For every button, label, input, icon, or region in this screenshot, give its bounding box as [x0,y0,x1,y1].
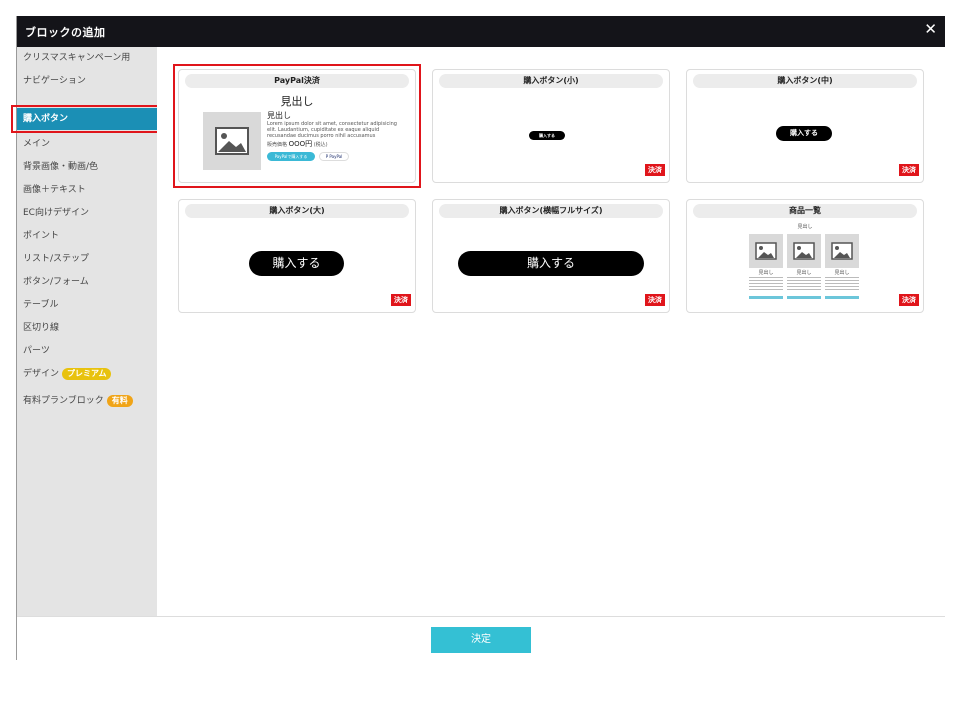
item-button [787,296,821,299]
dialog-title: ブロックの追加 [25,26,106,39]
sidebar-item-button-form[interactable]: ボタン/フォーム [17,271,157,293]
sidebar-item-label: パーツ [23,346,50,356]
confirm-button[interactable]: 決定 [431,627,531,653]
sidebar-item-list-step[interactable]: リスト/ステップ [17,248,157,270]
item-text-lines [787,277,821,291]
block-card-paypal[interactable]: PayPal決済 見出し 見出し Lorem ipsum dolor sit a… [178,69,416,183]
block-card-small[interactable]: 購入ボタン(小) 購入する 決済 [432,69,670,183]
sidebar-item-label: クリスマスキャンペーン用 [23,53,131,63]
payment-tag: 決済 [645,164,665,176]
sidebar-item-label: ボタン/フォーム [23,277,89,287]
premium-badge: プレミアム [62,367,112,380]
card-title: 購入ボタン(小) [439,74,663,88]
item-text-lines [825,277,859,291]
sidebar-item-label: ナビゲーション [23,76,86,86]
card-title: PayPal決済 [185,74,409,88]
block-card-fullwidth[interactable]: 購入ボタン(横幅フルサイズ) 購入する 決済 [432,199,670,313]
sidebar-item-design[interactable]: デザイン プレミアム [17,363,157,385]
close-icon[interactable]: ✕ [924,20,937,38]
block-gallery: PayPal決済 見出し 見出し Lorem ipsum dolor sit a… [157,47,945,616]
item-heading: 見出し [758,270,774,276]
sidebar-item-main[interactable]: メイン [17,133,157,155]
item-heading: 見出し [834,270,850,276]
sidebar-item-label: EC向けデザイン [23,208,89,218]
image-placeholder-icon [825,234,859,268]
sidebar-item-purchase-button[interactable]: 購入ボタン [17,108,157,130]
buy-button-preview: 購入する [458,251,644,276]
dialog-footer: 決定 [17,616,945,660]
payment-tag: 決済 [645,294,665,306]
list-heading: 見出し [797,224,813,230]
sidebar-item-label: 背景画像・動画/色 [23,162,99,172]
image-placeholder-icon [203,112,261,170]
sidebar-item-label: リスト/ステップ [23,254,90,264]
add-block-dialog: ブロックの追加 ✕ クリスマスキャンペーン用 ナビゲーション 購入ボタン メイン… [11,16,945,660]
card-title: 購入ボタン(中) [693,74,917,88]
item-heading: 見出し [796,270,812,276]
block-card-large[interactable]: 購入ボタン(大) 購入する 決済 [178,199,416,313]
paid-badge: 有料 [106,394,133,407]
buy-button-preview: 購入する [529,131,565,140]
payment-tag: 決済 [899,164,919,176]
sidebar-item-ec-design[interactable]: EC向けデザイン [17,202,157,224]
sidebar-item-label: ポイント [23,231,60,241]
item-button [825,296,859,299]
image-placeholder-icon [749,234,783,268]
paypal-logo: P PayPal [319,152,349,161]
payment-tag: 決済 [899,294,919,306]
card-title: 商品一覧 [693,204,917,218]
sidebar-item-label: 区切り線 [23,323,60,333]
payment-tag: 決済 [391,294,411,306]
sidebar-item-divider[interactable]: 区切り線 [17,317,157,339]
block-card-medium[interactable]: 購入ボタン(中) 購入する 決済 [686,69,924,183]
sidebar-item-paid-plan[interactable]: 有料プランブロック 有料 [17,390,157,412]
sidebar-item-label: 有料プランブロック [23,396,104,406]
sidebar-item-christmas[interactable]: クリスマスキャンペーン用 [17,47,157,69]
image-placeholder-icon [787,234,821,268]
sidebar-item-navigation[interactable]: ナビゲーション [17,70,157,92]
card-heading: 見出し [280,95,314,108]
sidebar-item-image-text[interactable]: 画像＋テキスト [17,179,157,201]
buy-button-preview: 購入する [776,126,832,141]
sidebar-item-background[interactable]: 背景画像・動画/色 [17,156,157,178]
block-card-product-list[interactable]: 商品一覧 見出し 見出し 見出し 見出し 決済 [686,199,924,313]
category-sidebar: クリスマスキャンペーン用 ナビゲーション 購入ボタン メイン 背景画像・動画/色… [11,47,160,616]
sidebar-item-label: 画像＋テキスト [23,185,86,195]
card-subheading: 見出し [267,111,291,120]
item-button [749,296,783,299]
sidebar-item-parts[interactable]: パーツ [17,340,157,362]
paypal-purchase-button: PayPalで購入する [267,152,315,161]
dialog-titlebar: ブロックの追加 ✕ [17,16,945,47]
sidebar-item-label: デザイン [23,369,60,379]
sidebar-item-point[interactable]: ポイント [17,225,157,247]
buy-button-preview: 購入する [249,251,344,276]
card-body-text: Lorem ipsum dolor sit amet, consectetur … [267,121,397,139]
sidebar-item-label: メイン [23,139,51,149]
card-title: 購入ボタン(横幅フルサイズ) [439,204,663,218]
item-text-lines [749,277,783,291]
sidebar-item-label: 購入ボタン [23,114,69,124]
price-label: 販売価格 OOO円 (税込) [267,140,328,149]
card-title: 購入ボタン(大) [185,204,409,218]
sidebar-item-label: テーブル [23,300,59,310]
sidebar-item-table[interactable]: テーブル [17,294,157,316]
